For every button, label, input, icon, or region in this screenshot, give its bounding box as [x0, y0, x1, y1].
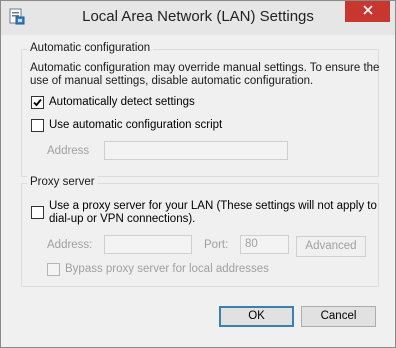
use-proxy-checkbox[interactable]: [31, 206, 44, 219]
script-address-field[interactable]: [104, 141, 288, 160]
auto-detect-checkbox[interactable]: [31, 96, 44, 109]
auto-detect-row[interactable]: Automatically detect settings: [31, 96, 195, 109]
dialog-body: Automatic configuration Automatic config…: [9, 35, 387, 339]
advanced-button[interactable]: Advanced: [296, 236, 366, 257]
bypass-local-checkbox[interactable]: [47, 263, 60, 276]
proxy-port-field[interactable]: 80: [240, 235, 289, 254]
auto-script-checkbox[interactable]: [31, 119, 44, 132]
use-proxy-label[interactable]: Use a proxy server for your LAN (These s…: [49, 200, 377, 226]
bypass-local-label[interactable]: Bypass proxy server for local addresses: [65, 263, 269, 276]
title-bar: Local Area Network (LAN) Settings: [1, 1, 395, 35]
window-title: Local Area Network (LAN) Settings: [82, 8, 314, 25]
proxy-port-label: Port:: [204, 239, 229, 251]
cancel-button[interactable]: Cancel: [301, 306, 376, 327]
auto-config-group-label: Automatic configuration: [27, 42, 154, 54]
auto-script-row[interactable]: Use automatic configuration script: [31, 119, 222, 132]
proxy-address-field[interactable]: [104, 235, 192, 254]
lan-settings-dialog: Local Area Network (LAN) Settings Automa…: [0, 0, 396, 348]
auto-detect-label[interactable]: Automatically detect settings: [49, 96, 195, 109]
ok-button[interactable]: OK: [219, 306, 294, 327]
auto-config-description: Automatic configuration may override man…: [30, 62, 380, 87]
bypass-local-row[interactable]: Bypass proxy server for local addresses: [47, 263, 269, 276]
close-button[interactable]: [345, 1, 390, 22]
use-proxy-row[interactable]: Use a proxy server for your LAN (These s…: [31, 200, 377, 226]
auto-script-label[interactable]: Use automatic configuration script: [49, 119, 222, 132]
close-icon: [362, 5, 373, 18]
proxy-address-label: Address:: [47, 239, 93, 251]
script-address-label: Address: [47, 145, 90, 157]
proxy-group-label: Proxy server: [27, 176, 98, 188]
